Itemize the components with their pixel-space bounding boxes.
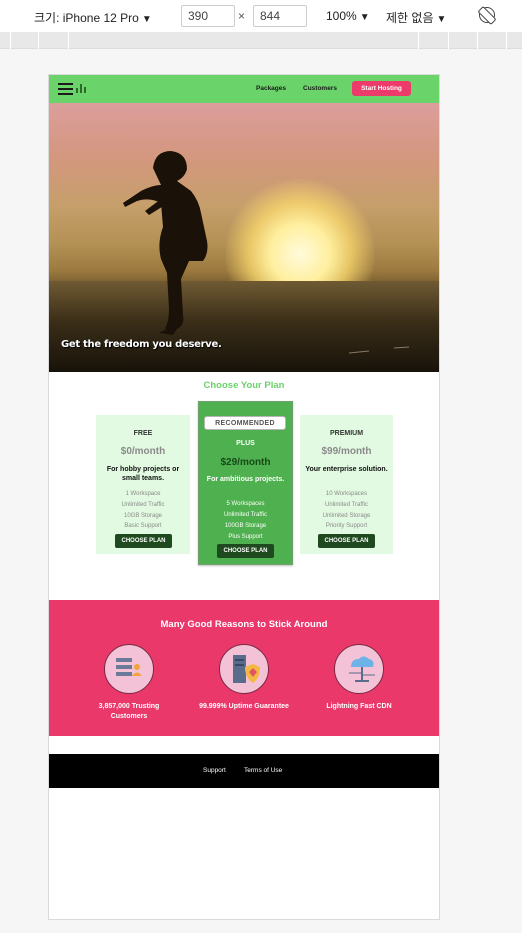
hero-banner: Get the freedom you deserve.	[49, 103, 439, 372]
plan-price: $99/month	[321, 446, 372, 457]
site-footer: Support Terms of Use	[49, 754, 439, 788]
throttle-select[interactable]: 제한 없음 ▼	[386, 9, 446, 26]
choose-plan-button[interactable]: CHOOSE PLAN	[318, 534, 375, 548]
plan-name: FREE	[133, 430, 153, 437]
nav-link-customers[interactable]: Customers	[303, 85, 337, 92]
plan-feature: Unlimited Traffic	[121, 502, 165, 508]
plan-feature: Basic Support	[124, 523, 162, 529]
plan-card-free: FREE $0/month For hobby projects or smal…	[96, 415, 190, 554]
plan-card-plus: RECOMMENDED PLUS $29/month For ambitious…	[198, 401, 293, 565]
chevron-down-icon: ▼	[359, 12, 370, 23]
cloud-cdn-icon	[334, 644, 384, 694]
height-input[interactable]: 844	[253, 5, 307, 27]
plan-price: $0/month	[120, 446, 166, 457]
choose-plan-button[interactable]: CHOOSE PLAN	[217, 544, 274, 558]
logo-icon[interactable]	[76, 84, 86, 93]
site-navbar: Packages Customers Start Hosting	[49, 75, 439, 103]
reason-label: 99.999% Uptime Guarantee	[199, 703, 289, 710]
start-hosting-button[interactable]: Start Hosting	[352, 81, 411, 96]
plan-name: PREMIUM	[329, 430, 364, 437]
footer-link-terms[interactable]: Terms of Use	[244, 767, 282, 774]
zoom-select[interactable]: 100% ▼	[326, 9, 370, 23]
plans-title: Choose Your Plan	[203, 380, 285, 391]
plan-feature: 1 Workspace	[125, 491, 161, 497]
reasons-title: Many Good Reasons to Stick Around	[160, 619, 328, 630]
plan-feature: 10 Workspaces	[325, 491, 368, 497]
plan-feature: Unlimited Traffic	[325, 502, 368, 508]
plan-feature: Plus Support	[228, 534, 263, 540]
rotate-icon[interactable]	[479, 7, 495, 23]
woman-silhouette-image	[123, 151, 410, 354]
chevron-down-icon: ▼	[141, 14, 152, 25]
plan-feature: Priority Support	[325, 523, 368, 529]
dimension-separator: ×	[238, 9, 246, 23]
plan-description: For hobby projects or small teams.	[106, 466, 180, 482]
customers-icon	[104, 644, 154, 694]
reason-label: Lightning Fast CDN	[326, 703, 392, 710]
zoom-label: 100%	[326, 9, 357, 23]
width-input[interactable]: 390	[181, 5, 235, 27]
plan-feature: 10GB Storage	[123, 513, 163, 519]
choose-plan-button[interactable]: CHOOSE PLAN	[115, 534, 172, 548]
device-select[interactable]: 크기: iPhone 12 Pro ▼	[34, 9, 152, 26]
plan-card-premium: PREMIUM $99/month Your enterprise soluti…	[300, 415, 393, 554]
plan-feature: 5 Workspaces	[226, 501, 265, 507]
uptime-shield-icon	[219, 644, 269, 694]
plan-price: $29/month	[220, 457, 271, 468]
reasons-section: Many Good Reasons to Stick Around 3,857,…	[49, 600, 439, 736]
hamburger-menu-icon[interactable]	[58, 83, 73, 95]
plan-feature: 100GB Storage	[224, 523, 267, 529]
plan-description: Your enterprise solution.	[305, 466, 388, 473]
plan-feature: Unlimited Traffic	[224, 512, 267, 518]
media-query-ruler[interactable]	[0, 32, 522, 49]
plan-description: For ambitious projects.	[206, 476, 285, 483]
chevron-down-icon: ▼	[436, 14, 447, 25]
footer-link-support[interactable]: Support	[203, 767, 226, 774]
recommended-badge: RECOMMENDED	[204, 416, 286, 430]
devtools-device-toolbar: 크기: iPhone 12 Pro ▼ 390 × 844 100% ▼ 제한 없음…	[0, 0, 522, 32]
throttle-label: 제한 없음	[386, 11, 434, 25]
plan-feature: Unlimited Storage	[322, 513, 371, 519]
nav-link-packages[interactable]: Packages	[256, 85, 286, 92]
reason-label: 3,857,000 Trusting Customers	[98, 703, 160, 720]
device-label: 크기: iPhone 12 Pro	[34, 11, 139, 25]
device-viewport: Packages Customers Start Hosting Get the…	[48, 74, 440, 920]
hero-caption: Get the freedom you deserve.	[61, 339, 222, 350]
plan-name: PLUS	[236, 440, 255, 447]
